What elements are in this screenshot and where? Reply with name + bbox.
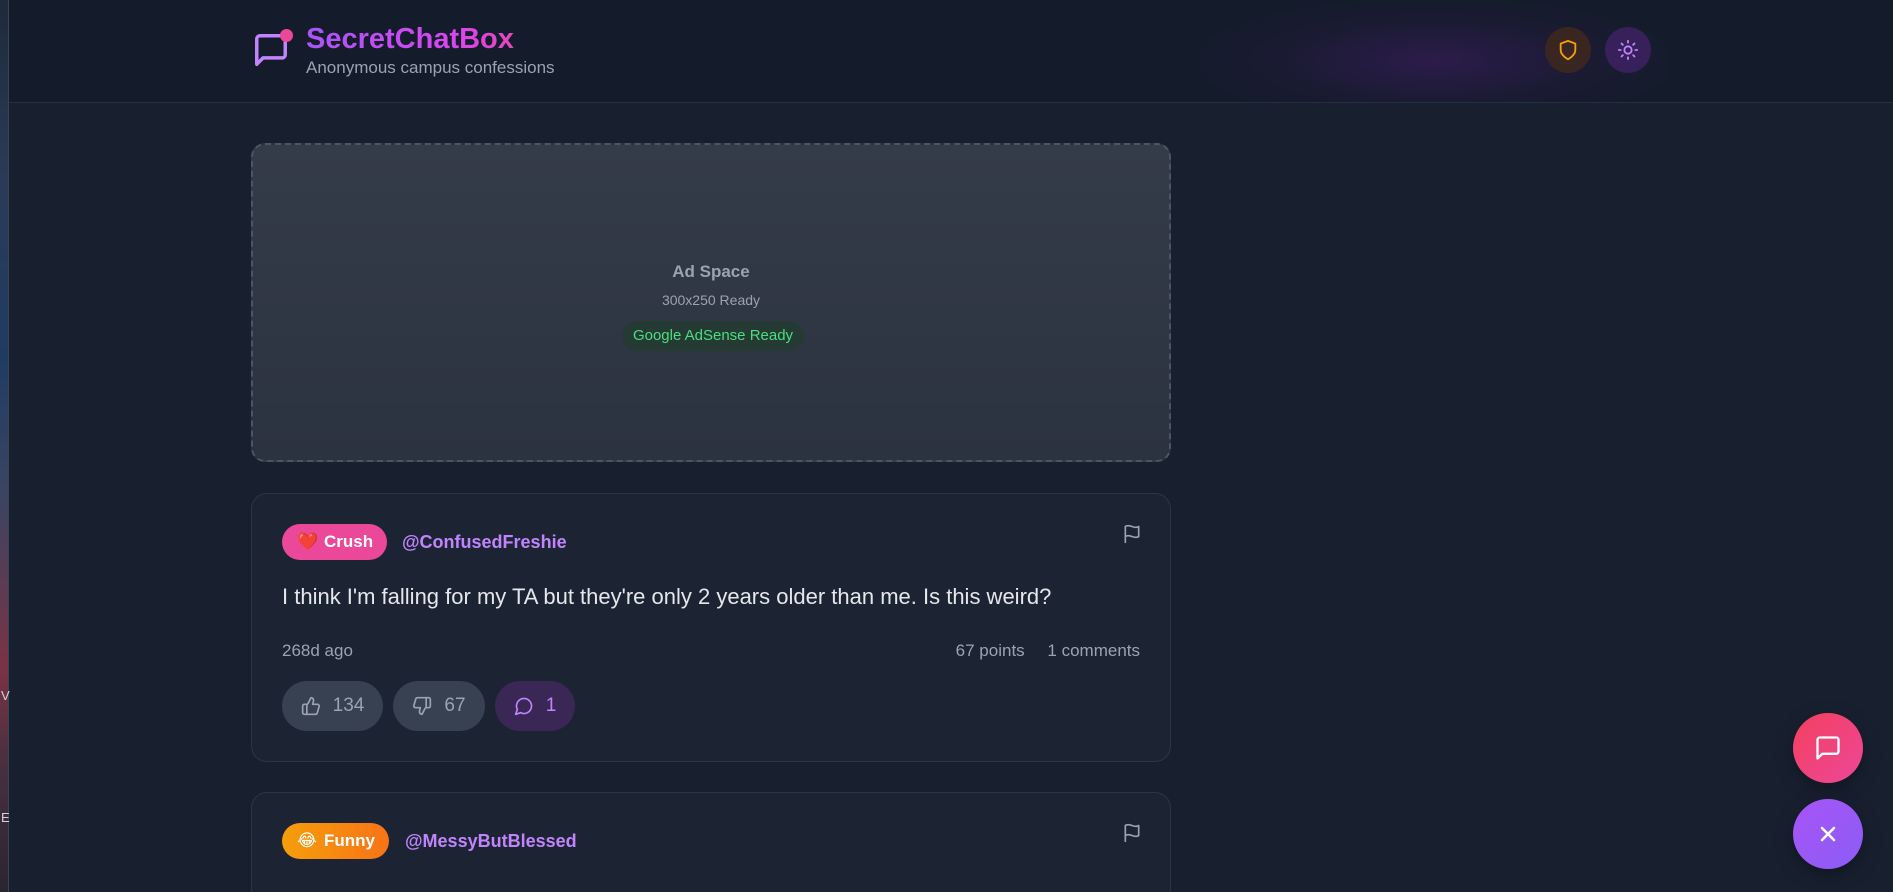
header-glow <box>1200 0 1670 102</box>
downvote-count: 67 <box>444 695 466 716</box>
report-flag-button[interactable] <box>1122 823 1146 847</box>
post-author-handle[interactable]: @ConfusedFreshie <box>402 532 567 553</box>
brand-logo[interactable]: SecretChatBox Anonymous campus confessio… <box>252 22 555 78</box>
category-tag-label: Crush <box>324 532 374 551</box>
notification-dot <box>280 29 293 42</box>
comment-icon <box>514 697 533 716</box>
downvote-button[interactable]: 67 <box>393 681 485 731</box>
post-card: ❤️ Crush @ConfusedFreshie I think I'm fa… <box>251 493 1171 762</box>
post-card: 😂 Funny @MessyButBlessed <box>251 792 1171 892</box>
laughing-face-icon: 😂 <box>297 831 317 850</box>
sun-icon <box>1617 39 1639 61</box>
flag-icon <box>1124 823 1140 843</box>
category-tag-crush[interactable]: ❤️ Crush <box>282 524 388 560</box>
adsense-badge: Google AdSense Ready <box>622 321 804 351</box>
thumbs-down-icon <box>413 696 432 716</box>
message-square-icon <box>252 27 296 73</box>
os-edge-letter: E <box>1 810 10 825</box>
moderation-shield-button[interactable] <box>1545 27 1591 73</box>
heart-icon: ❤️ <box>297 532 319 551</box>
open-chat-button[interactable] <box>1793 713 1863 783</box>
report-flag-button[interactable] <box>1122 524 1146 548</box>
brand-subtitle: Anonymous campus confessions <box>306 58 555 77</box>
upvote-button[interactable]: 134 <box>282 681 383 731</box>
post-content: I think I'm falling for my TA but they'r… <box>282 584 1052 609</box>
os-edge-letter: V <box>1 688 10 703</box>
thumbs-up-icon <box>301 696 320 716</box>
ad-title: Ad Space <box>672 262 750 281</box>
post-comment-count: 1 comments <box>1047 641 1140 660</box>
os-window-edge: V E <box>0 0 10 892</box>
post-stats: 67 points 1 comments <box>956 641 1140 661</box>
shield-icon <box>1559 39 1577 61</box>
message-square-icon <box>1816 736 1840 760</box>
upvote-count: 134 <box>332 695 365 716</box>
theme-toggle-button[interactable] <box>1605 27 1651 73</box>
flag-icon <box>1124 524 1140 544</box>
brand-title: SecretChatBox <box>306 22 555 56</box>
comment-count: 1 <box>545 695 557 716</box>
post-timestamp: 268d ago <box>282 641 353 660</box>
close-icon <box>1820 826 1836 842</box>
ad-size: 300x250 Ready <box>661 292 761 308</box>
category-tag-funny[interactable]: 😂 Funny <box>282 823 389 859</box>
close-menu-button[interactable] <box>1793 799 1863 869</box>
post-points: 67 points <box>955 641 1025 660</box>
app-header: SecretChatBox Anonymous campus confessio… <box>9 0 1893 103</box>
post-author-handle[interactable]: @MessyButBlessed <box>405 831 577 852</box>
ad-placeholder: Ad Space 300x250 Ready Google AdSense Re… <box>251 143 1171 462</box>
comment-button[interactable]: 1 <box>495 681 575 731</box>
category-tag-label: Funny <box>324 831 375 850</box>
